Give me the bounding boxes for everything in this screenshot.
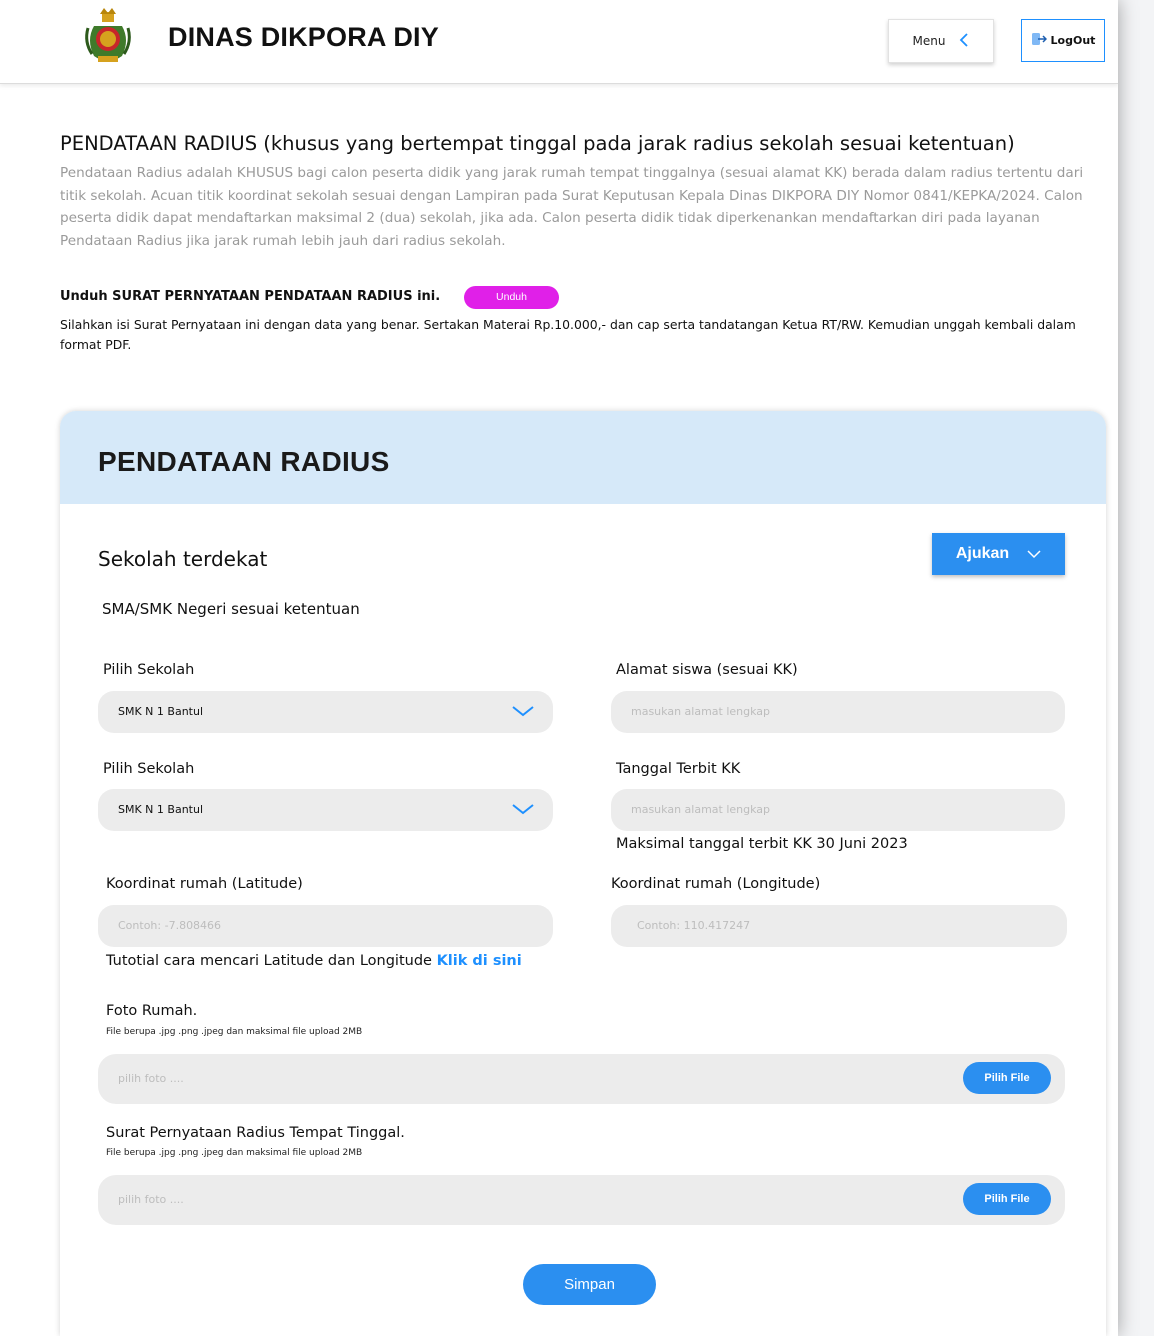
chevron-down-icon — [511, 799, 535, 819]
logout-button[interactable]: LogOut — [1021, 19, 1105, 62]
letter-choose-button[interactable]: Pilih File — [963, 1183, 1051, 1215]
latitude-input[interactable]: Contoh: -7.808466 — [98, 905, 553, 947]
photo-upload-field[interactable]: pilih foto .... Pilih File — [98, 1054, 1065, 1104]
longitude-placeholder: Contoh: 110.417247 — [637, 919, 751, 932]
kk-date-placeholder: masukan alamat lengkap — [631, 803, 771, 816]
longitude-label: Koordinat rumah (Longitude) — [611, 876, 821, 892]
kk-date-label: Tanggal Terbit KK — [616, 761, 741, 777]
letter-placeholder: pilih foto .... — [118, 1193, 184, 1206]
intro-title: PENDATAAN RADIUS (khusus yang bertempat … — [60, 132, 1015, 155]
ajukan-button[interactable]: Ajukan — [932, 533, 1065, 575]
chevron-left-icon — [959, 32, 969, 50]
tutorial-note: Tutotial cara mencari Latitude dan Longi… — [106, 953, 522, 969]
tutorial-link[interactable]: Klik di sini — [437, 953, 522, 969]
letter-hint: File berupa .jpg .png .jpeg dan maksimal… — [106, 1148, 363, 1158]
address-label: Alamat siswa (sesuai KK) — [616, 662, 798, 678]
ajukan-label: Ajukan — [955, 545, 1010, 562]
address-placeholder: masukan alamat lengkap — [631, 705, 771, 718]
latitude-label: Koordinat rumah (Latitude) — [106, 876, 303, 892]
school-1-select[interactable]: SMK N 1 Bantul — [98, 691, 553, 733]
longitude-input[interactable]: Contoh: 110.417247 — [611, 905, 1067, 947]
download-button[interactable]: Unduh — [464, 286, 559, 309]
logout-icon — [1031, 32, 1047, 49]
tutorial-text: Tutotial cara mencari Latitude dan Longi… — [106, 953, 432, 969]
section-title: Sekolah terdekat — [98, 547, 268, 571]
form-card: PENDATAAN RADIUS Sekolah terdekat Ajukan… — [60, 411, 1106, 1336]
photo-label: Foto Rumah. — [106, 1003, 198, 1019]
school-2-value: SMK N 1 Bantul — [118, 803, 204, 816]
latitude-placeholder: Contoh: -7.808466 — [118, 919, 222, 932]
logout-label: LogOut — [1050, 34, 1096, 47]
photo-placeholder: pilih foto .... — [118, 1072, 184, 1085]
download-note: Silahkan isi Surat Pernyataan ini dengan… — [60, 317, 1076, 352]
section-subtitle: SMA/SMK Negeri sesuai ketentuan — [102, 600, 360, 618]
school-1-value: SMK N 1 Bantul — [118, 705, 204, 718]
letter-upload-field[interactable]: pilih foto .... Pilih File — [98, 1175, 1065, 1225]
school-2-label: Pilih Sekolah — [103, 761, 195, 777]
kk-date-input[interactable]: masukan alamat lengkap — [611, 789, 1065, 831]
intro-description: Pendataan Radius adalah KHUSUS bagi calo… — [60, 165, 1084, 249]
photo-hint: File berupa .jpg .png .jpeg dan maksimal… — [106, 1027, 363, 1037]
download-label: Unduh SURAT PERNYATAAN PENDATAAN RADIUS … — [60, 289, 441, 304]
menu-button[interactable]: Menu — [888, 19, 994, 63]
kk-date-note: Maksimal tanggal terbit KK 30 Juni 2023 — [616, 836, 908, 852]
address-input[interactable]: masukan alamat lengkap — [611, 691, 1065, 733]
save-button[interactable]: Simpan — [523, 1264, 656, 1305]
menu-label: Menu — [912, 34, 946, 48]
school-2-select[interactable]: SMK N 1 Bantul — [98, 789, 553, 831]
chevron-down-icon — [1027, 547, 1041, 562]
brand-title: DINAS DIKPORA DIY — [168, 22, 439, 52]
card-title: PENDATAAN RADIUS — [98, 446, 390, 477]
top-header: DINAS DIKPORA DIY Menu LogOut — [0, 0, 1118, 84]
page: DINAS DIKPORA DIY Menu LogOut PENDATAAN … — [0, 0, 1118, 1336]
emblem-logo — [80, 6, 136, 66]
chevron-down-icon — [511, 701, 535, 721]
card-header: PENDATAAN RADIUS — [60, 411, 1106, 504]
school-1-label: Pilih Sekolah — [103, 662, 195, 678]
photo-choose-button[interactable]: Pilih File — [963, 1062, 1051, 1094]
letter-label: Surat Pernyataan Radius Tempat Tinggal. — [106, 1125, 405, 1141]
